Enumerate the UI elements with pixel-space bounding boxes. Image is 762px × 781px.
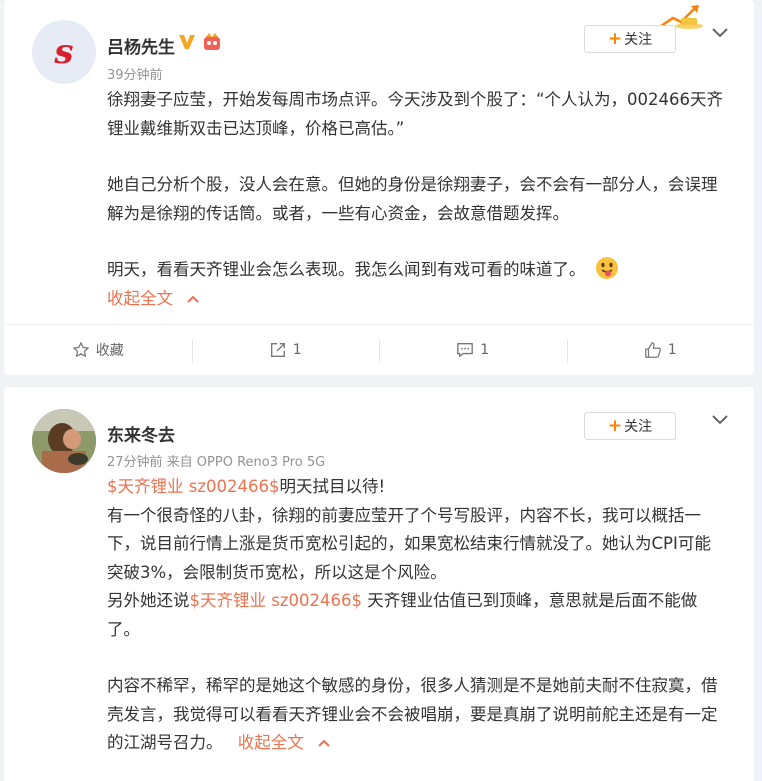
chevron-up-icon (318, 739, 330, 747)
post-paragraph: 徐翔妻子应莹，开始发每周市场点评。今天涉及到个股了：“个人认为，002466天齐… (107, 90, 724, 138)
post-body: 徐翔妻子应莹，开始发每周市场点评。今天涉及到个股了：“个人认为，002466天齐… (107, 86, 727, 313)
stock-tag-link[interactable]: $天齐锂业 sz002466$ (107, 477, 280, 496)
comment-button[interactable]: 1 (379, 325, 567, 375)
verified-v-icon (179, 35, 195, 49)
post-meta: 27分钟前 来自 OPPO Reno3 Pro 5G (107, 455, 326, 470)
avatar-letter: s (54, 32, 74, 72)
chevron-down-icon[interactable] (710, 413, 730, 427)
post-paragraph: 有一个很奇怪的八卦，徐翔的前妻应莹开了个号写股评，内容不长，我可以概括一下，说目… (107, 505, 711, 582)
author-name[interactable]: 东来冬去 (107, 421, 175, 446)
tongue-emoji-icon (595, 257, 618, 279)
post-text: 明天拭目以待! (279, 477, 386, 496)
post-paragraph: 明天，看看天齐锂业会怎么表现。我怎么闻到有戏可看的味道了。 (107, 256, 727, 285)
post-time: 39分钟前 (107, 68, 163, 83)
avatar-photo-icon (32, 409, 96, 473)
chevron-down-icon[interactable] (710, 26, 730, 40)
repost-button[interactable]: 1 (191, 325, 380, 375)
post-card-2: 东来冬去 27分钟前 来自 OPPO Reno3 Pro 5G + 关注 $天齐… (4, 387, 754, 781)
favorite-label: 收藏 (95, 343, 124, 359)
favorite-button[interactable]: 收藏 (4, 325, 192, 375)
follow-label: 关注 (624, 419, 653, 435)
follow-label: 关注 (624, 32, 653, 48)
collapse-row[interactable]: 收起全文 (107, 285, 727, 314)
comment-icon (457, 343, 474, 357)
post-card-1: s 吕杨先生 39分钟前 + 关注 徐翔妻子应莹，开始发每周市场点评。今天涉及到… (4, 0, 754, 375)
thumbs-up-icon (644, 342, 661, 358)
star-icon (72, 342, 89, 357)
action-bar: 收藏 1 1 1 (4, 324, 754, 375)
collapse-link[interactable]: 收起全文 (238, 733, 304, 752)
repost-count: 1 (292, 342, 302, 358)
plus-icon: + (607, 29, 623, 49)
post-paragraph: 另外她还说$天齐锂业 sz002466$ 天齐锂业估值已到顶峰，意思就是后面不能… (107, 587, 727, 644)
like-button[interactable]: 1 (566, 325, 755, 375)
like-count: 1 (667, 342, 677, 358)
comment-count: 1 (480, 342, 490, 358)
avatar[interactable]: s (32, 20, 96, 84)
avatar[interactable] (32, 409, 96, 473)
post-text: 内容不稀罕，稀罕的是她这个敏感的身份，很多人猜测是不是她前夫耐不住寂寞，借壳发言… (107, 676, 718, 752)
follow-button[interactable]: + 关注 (584, 412, 676, 440)
post-line: $天齐锂业 sz002466$明天拭目以待! (107, 473, 727, 502)
post-paragraph: 她自己分析个股，没人会在意。但她的身份是徐翔妻子，会不会有一部分人，会误理解为是… (107, 175, 718, 223)
post-paragraph: 内容不稀罕，稀罕的是她这个敏感的身份，很多人猜测是不是她前夫耐不住寂寞，借壳发言… (107, 672, 727, 758)
stock-tag-link[interactable]: $天齐锂业 sz002466$ (190, 591, 363, 610)
chevron-up-icon (187, 295, 199, 303)
follow-button[interactable]: + 关注 (584, 25, 676, 53)
author-name[interactable]: 吕杨先生 (107, 33, 175, 58)
post-text: 另外她还说 (107, 591, 190, 610)
fan-badge-icon (204, 33, 220, 50)
post-body: $天齐锂业 sz002466$明天拭目以待! 有一个很奇怪的八卦，徐翔的前妻应莹… (107, 473, 727, 758)
post-paragraph-text: 明天，看看天齐锂业会怎么表现。我怎么闻到有戏可看的味道了。 (107, 260, 586, 279)
plus-icon: + (607, 416, 623, 436)
collapse-link[interactable]: 收起全文 (107, 289, 173, 308)
repost-icon (270, 343, 285, 357)
